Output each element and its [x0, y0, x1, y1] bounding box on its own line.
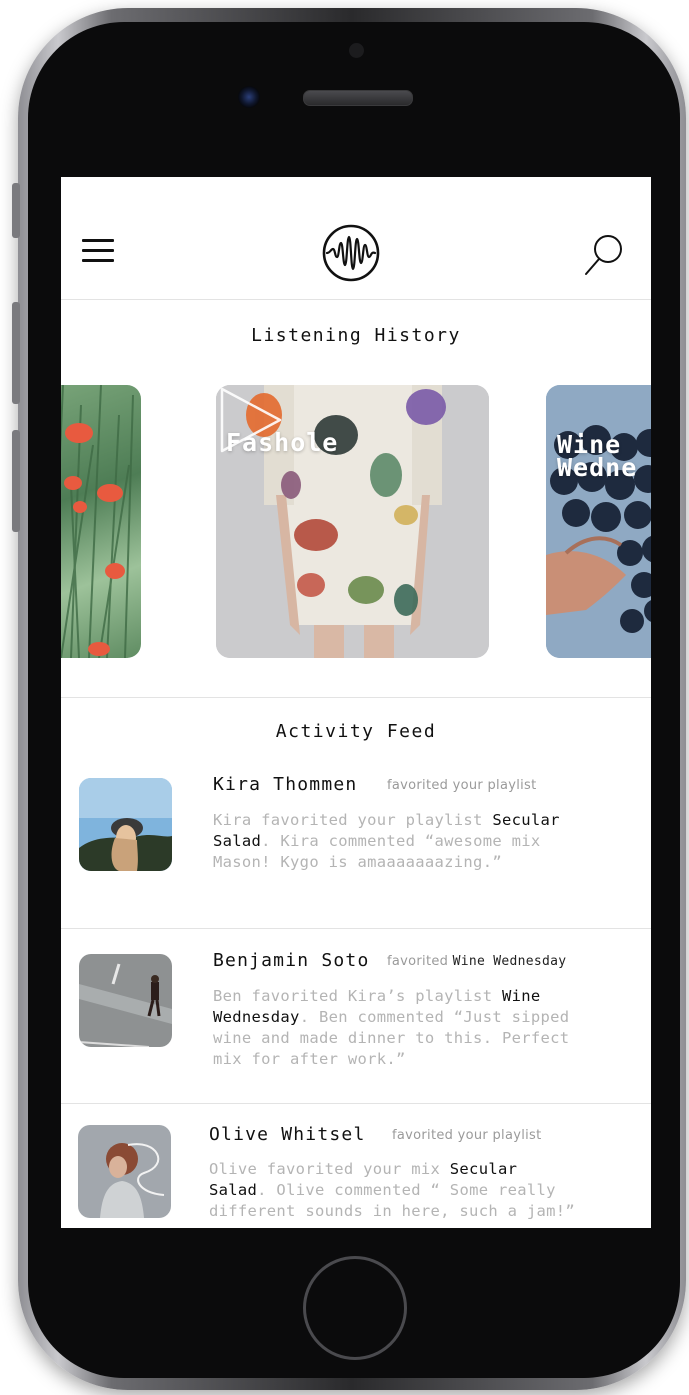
user-name[interactable]: Benjamin Soto [213, 950, 369, 971]
front-camera-icon [238, 86, 260, 108]
comment-prefix: Kira favorited your playlist [213, 811, 493, 829]
app-header [61, 177, 651, 300]
activity-comment: Kira favorited your playlist Secular Sal… [213, 810, 583, 873]
earpiece-speaker [303, 90, 413, 106]
proximity-sensor [349, 43, 364, 58]
comment-prefix: Ben favorited Kira’s playlist [213, 987, 502, 1005]
avatar [79, 778, 172, 871]
volume-down-button [12, 430, 20, 532]
history-card-wine-wednesday[interactable]: Wine Wedne [546, 385, 651, 658]
activity-feed-item[interactable]: Benjamin Soto favorited Wine Wednesday B… [61, 948, 651, 1104]
listening-history-title: Listening History [251, 325, 461, 346]
home-button[interactable] [303, 1256, 407, 1360]
poppy-field-photo [61, 385, 134, 658]
activity-action-target[interactable]: Wine Wednesday [453, 954, 567, 969]
activity-action-text: favorited your playlist [392, 1128, 542, 1143]
activity-comment: Ben favorited Kira’s playlist Wine Wedne… [213, 986, 583, 1070]
history-card-poppies[interactable] [61, 385, 141, 658]
play-icon[interactable] [216, 385, 284, 455]
feed-divider [61, 1103, 651, 1104]
hamburger-menu-icon[interactable] [82, 239, 114, 263]
playlist-title: Wine Wedne [557, 430, 638, 482]
activity-action: favorited Wine Wednesday [387, 954, 566, 969]
user-name[interactable]: Kira Thommen [213, 774, 357, 795]
activity-action: favorited your playlist [387, 778, 537, 793]
section-divider [61, 697, 651, 698]
history-card-fashole[interactable]: Fashole [216, 385, 489, 658]
avatar [79, 954, 172, 1047]
volume-up-button [12, 302, 20, 404]
avatar [78, 1125, 171, 1218]
activity-action-text: favorited your playlist [387, 778, 537, 793]
comment-text: . Kira commented “awesome mix Mason! Kyg… [213, 832, 541, 871]
app-screen: Listening History Fashole Wine Wedne Act… [61, 177, 651, 1228]
activity-action: favorited your playlist [392, 1128, 542, 1143]
activity-comment: Olive favorited your mix Secular Salad. … [209, 1159, 579, 1222]
activity-feed-title: Activity Feed [275, 721, 437, 742]
feed-divider [61, 928, 651, 929]
activity-action-text: favorited [387, 954, 449, 969]
search-icon[interactable] [583, 233, 625, 277]
activity-feed-item[interactable]: Olive Whitsel favorited your playlist Ol… [61, 1122, 651, 1228]
comment-text: . Olive commented “ Some really differen… [209, 1181, 576, 1220]
grapes-in-hand-photo [546, 385, 651, 658]
activity-feed-item[interactable]: Kira Thommen favorited your playlist Kir… [61, 772, 651, 928]
soundwave-logo-icon[interactable] [321, 223, 381, 283]
user-name[interactable]: Olive Whitsel [209, 1124, 365, 1145]
mute-switch [12, 183, 20, 238]
comment-prefix: Olive favorited your mix [209, 1160, 450, 1178]
